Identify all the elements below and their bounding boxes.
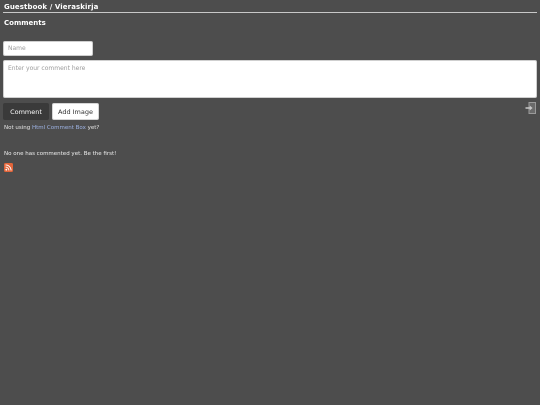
name-input[interactable] — [3, 41, 93, 56]
promo-prefix: Not using — [4, 125, 31, 131]
comment-button[interactable]: Comment — [3, 103, 49, 120]
title-divider — [3, 12, 537, 13]
comment-textarea[interactable] — [3, 60, 537, 98]
comments-heading: Comments — [4, 19, 46, 27]
promo-line: Not using Html Comment Box yet? — [4, 125, 99, 131]
rss-icon[interactable] — [4, 163, 13, 172]
promo-suffix: yet? — [87, 125, 100, 131]
add-image-button[interactable]: Add Image — [52, 103, 99, 120]
guestbook-page: Guestbook / Vieraskirja Comments Comment… — [0, 0, 540, 405]
login-icon[interactable] — [525, 102, 536, 114]
html-comment-box-link[interactable]: Html Comment Box — [32, 125, 86, 131]
no-comments-message: No one has commented yet. Be the first! — [4, 151, 117, 157]
page-title: Guestbook / Vieraskirja — [4, 3, 99, 11]
